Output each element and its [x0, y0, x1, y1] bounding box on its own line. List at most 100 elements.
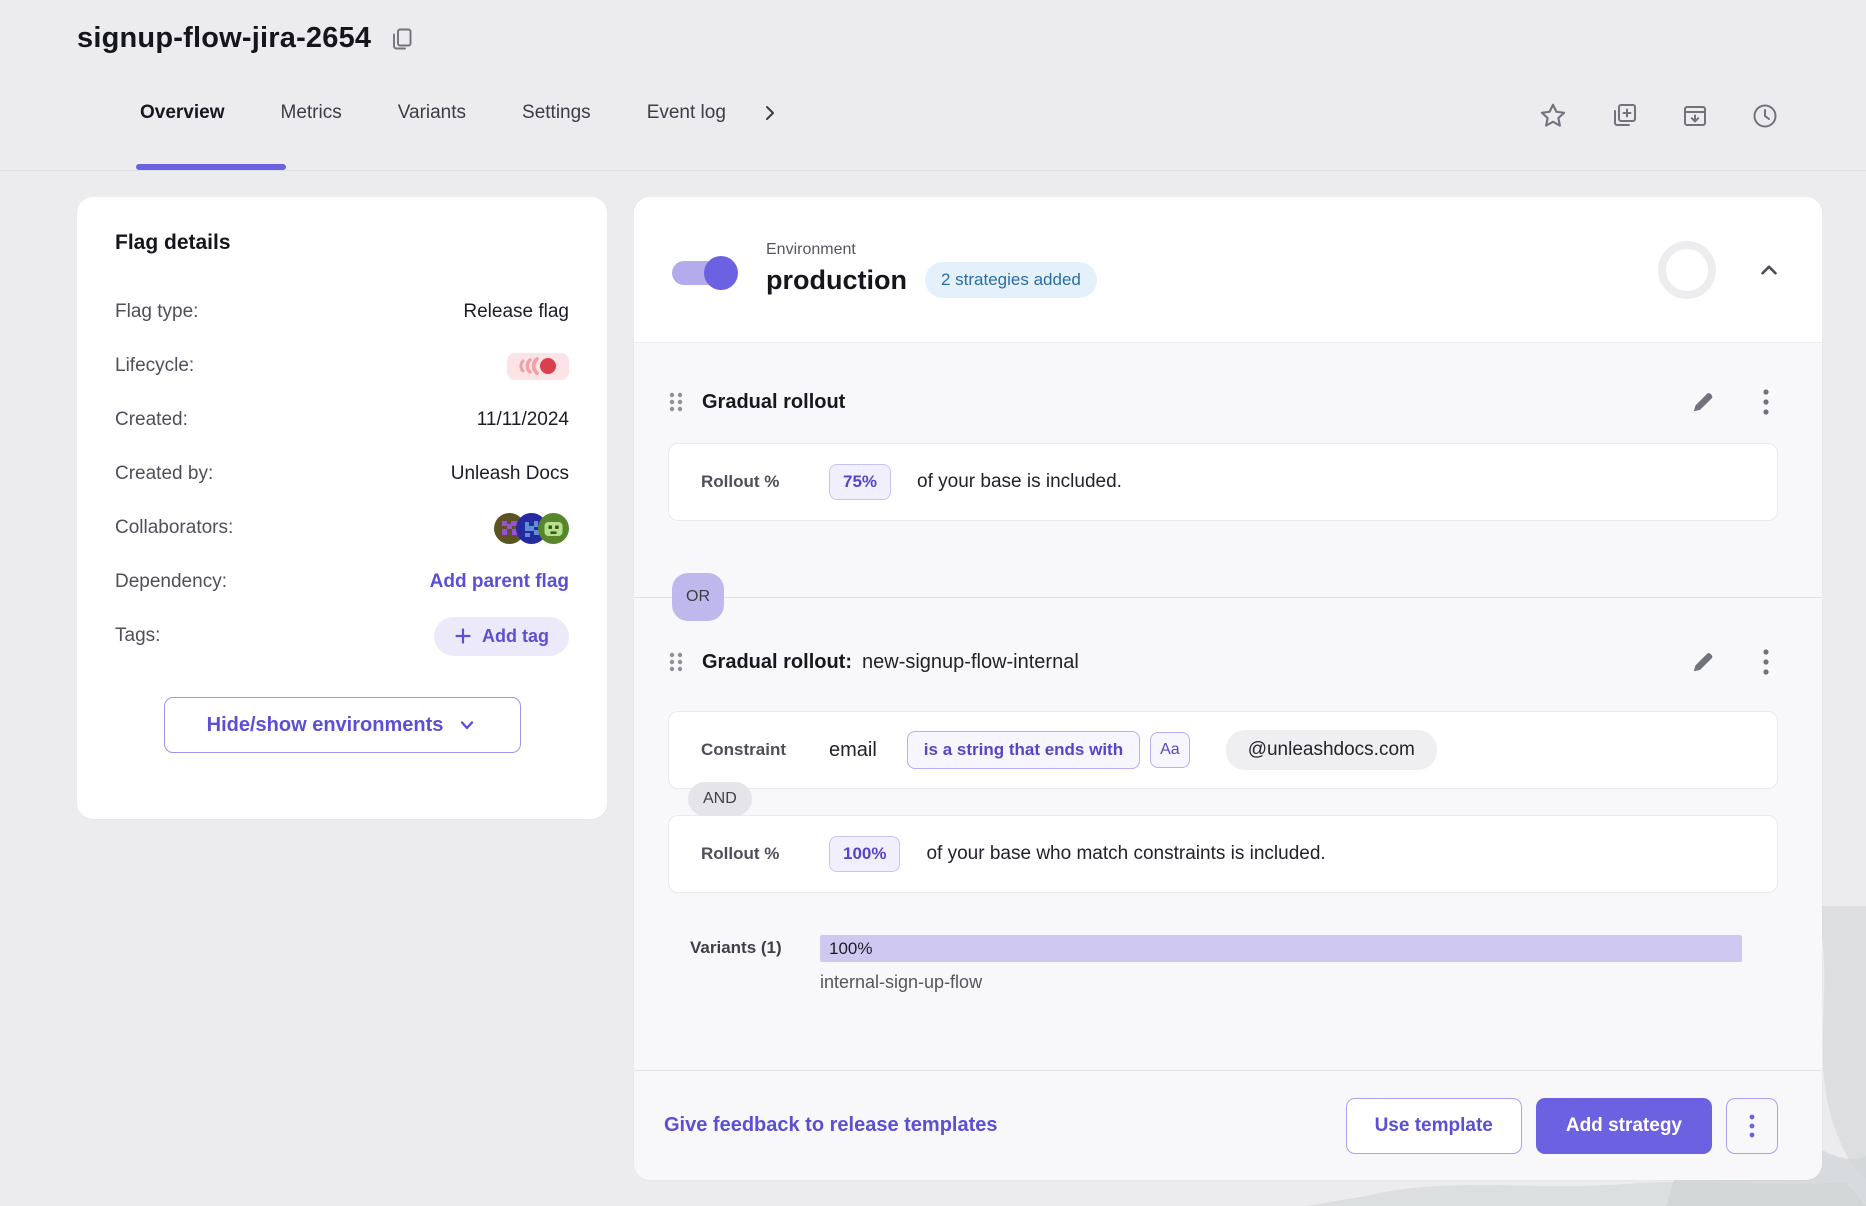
use-template-button[interactable]: Use template — [1346, 1098, 1522, 1154]
collapse-environment-button[interactable] — [1756, 257, 1782, 283]
dependency-label: Dependency: — [115, 571, 227, 593]
strategy-1-title: Gradual rollout — [702, 391, 845, 414]
constraint-label: Constraint — [701, 740, 829, 760]
flag-tabs: Overview Metrics Variants Settings Event… — [112, 86, 780, 140]
release-templates-feedback-link[interactable]: Give feedback to release templates — [664, 1114, 998, 1137]
environment-label: Environment — [766, 241, 1097, 259]
rollout-label: Rollout % — [701, 844, 829, 864]
add-parent-flag-link[interactable]: Add parent flag — [430, 571, 569, 593]
hide-show-environments-label: Hide/show environments — [207, 714, 444, 737]
pencil-icon — [1690, 389, 1716, 415]
lifecycle-stage-badge[interactable] — [507, 353, 569, 380]
dependency-row: Dependency: Add parent flag — [115, 555, 569, 609]
flag-details-rows: Flag type: Release flag Lifecycle: Creat… — [115, 285, 569, 663]
strategies-list: Gradual rollout Rollout % — [634, 379, 1822, 993]
environment-header: Environment production 2 strategies adde… — [634, 197, 1822, 343]
environment-toggle[interactable] — [672, 261, 736, 285]
edit-strategy-2-button[interactable] — [1690, 649, 1716, 675]
strategy-1-header: Gradual rollout — [668, 379, 1778, 425]
add-tag-label: Add tag — [482, 626, 549, 647]
created-value: 11/11/2024 — [477, 409, 569, 431]
avatar — [538, 513, 569, 544]
tab-metrics[interactable]: Metrics — [253, 86, 370, 140]
environment-name: production — [766, 265, 907, 296]
constraint-field: email — [829, 739, 877, 762]
kebab-menu-icon — [1762, 387, 1770, 417]
environment-footer: Give feedback to release templates Use t… — [634, 1070, 1822, 1180]
flag-details-heading: Flag details — [115, 231, 569, 255]
strategy-2-title: Gradual rollout: — [702, 651, 852, 674]
tabs-overflow-button[interactable] — [760, 103, 780, 123]
rollout-percentage-chip: 75% — [829, 464, 891, 500]
constraint-box: Constraint email is a string that ends w… — [668, 711, 1778, 789]
archive-button[interactable] — [1680, 101, 1710, 131]
collaborators-label: Collaborators: — [115, 517, 233, 539]
rollout-description: of your base is included. — [917, 471, 1122, 493]
flag-overview-page: signup-flow-jira-2654 Overview Metrics V… — [0, 0, 1866, 1206]
flag-actions — [1538, 100, 1780, 132]
collaborators-row: Collaborators: — [115, 501, 569, 555]
toggle-knob — [704, 256, 738, 290]
drag-handle-icon[interactable] — [668, 651, 684, 673]
variants-section: Variants (1) 100% internal-sign-up-flow — [668, 935, 1778, 993]
copy-name-button[interactable] — [389, 26, 415, 52]
rollout-percentage-chip: 100% — [829, 836, 900, 872]
strategy-2-rollout-box: Rollout % 100% of your base who match co… — [668, 815, 1778, 893]
or-connector-chip: OR — [672, 573, 724, 621]
chevron-down-icon — [457, 715, 477, 735]
page-header: signup-flow-jira-2654 — [77, 22, 415, 55]
metrics-ring — [1658, 241, 1716, 299]
flag-type-value: Release flag — [463, 301, 569, 323]
tags-row: Tags: Add tag — [115, 609, 569, 663]
strategy-1-rollout-box: Rollout % 75% of your base is included. — [668, 443, 1778, 521]
lifecycle-label: Lifecycle: — [115, 355, 194, 377]
created-row: Created: 11/11/2024 — [115, 393, 569, 447]
strategy-2-header: Gradual rollout: new-signup-flow-interna… — [668, 639, 1778, 685]
copy-flag-button[interactable] — [1608, 100, 1640, 132]
variant-distribution-bar: 100% — [820, 935, 1742, 962]
created-by-value: Unleash Docs — [451, 463, 569, 485]
strategies-count-badge: 2 strategies added — [925, 262, 1097, 298]
favorite-button[interactable] — [1538, 101, 1568, 131]
separator-line — [634, 597, 1822, 598]
page-title: signup-flow-jira-2654 — [77, 22, 371, 55]
archive-icon — [1680, 101, 1710, 131]
chevron-right-icon — [760, 103, 780, 123]
flag-type-label: Flag type: — [115, 301, 198, 323]
tab-event-log[interactable]: Event log — [619, 86, 754, 140]
strategy-1-menu-button[interactable] — [1762, 387, 1770, 417]
hide-show-environments-button[interactable]: Hide/show environments — [164, 697, 521, 753]
drag-handle-icon[interactable] — [668, 391, 684, 413]
chevron-up-icon — [1756, 257, 1782, 283]
strategy-separator: OR — [668, 521, 1778, 639]
tags-label: Tags: — [115, 625, 160, 647]
collaborator-avatars — [494, 513, 569, 544]
tab-variants[interactable]: Variants — [370, 86, 494, 140]
created-by-label: Created by: — [115, 463, 213, 485]
history-button[interactable] — [1750, 101, 1780, 131]
add-tag-button[interactable]: Add tag — [434, 617, 569, 656]
case-sensitive-chip: Aa — [1150, 732, 1190, 768]
strategy-2-menu-button[interactable] — [1762, 647, 1770, 677]
flag-details-panel: Flag details Flag type: Release flag Lif… — [77, 197, 607, 819]
pencil-icon — [1690, 649, 1716, 675]
copy-plus-icon — [1608, 100, 1640, 132]
tab-settings[interactable]: Settings — [494, 86, 619, 140]
constraint-value-pill: @unleashdocs.com — [1226, 730, 1437, 770]
rollout-label: Rollout % — [701, 472, 829, 492]
created-by-row: Created by: Unleash Docs — [115, 447, 569, 501]
flag-type-row: Flag type: Release flag — [115, 285, 569, 339]
variant-percentage: 100% — [820, 939, 872, 959]
tab-overview[interactable]: Overview — [112, 86, 253, 140]
tabs-divider — [0, 170, 1866, 171]
kebab-menu-icon — [1762, 647, 1770, 677]
clock-icon — [1750, 101, 1780, 131]
footer-menu-button[interactable] — [1726, 1098, 1778, 1154]
completed-lifecycle-icon — [515, 356, 561, 376]
and-connector-chip: AND — [688, 782, 752, 816]
add-strategy-button[interactable]: Add strategy — [1536, 1098, 1712, 1154]
variant-name: internal-sign-up-flow — [820, 972, 1742, 993]
rollout-description: of your base who match constraints is in… — [926, 843, 1325, 865]
edit-strategy-1-button[interactable] — [1690, 389, 1716, 415]
strategy-2-details: Constraint email is a string that ends w… — [668, 711, 1778, 893]
